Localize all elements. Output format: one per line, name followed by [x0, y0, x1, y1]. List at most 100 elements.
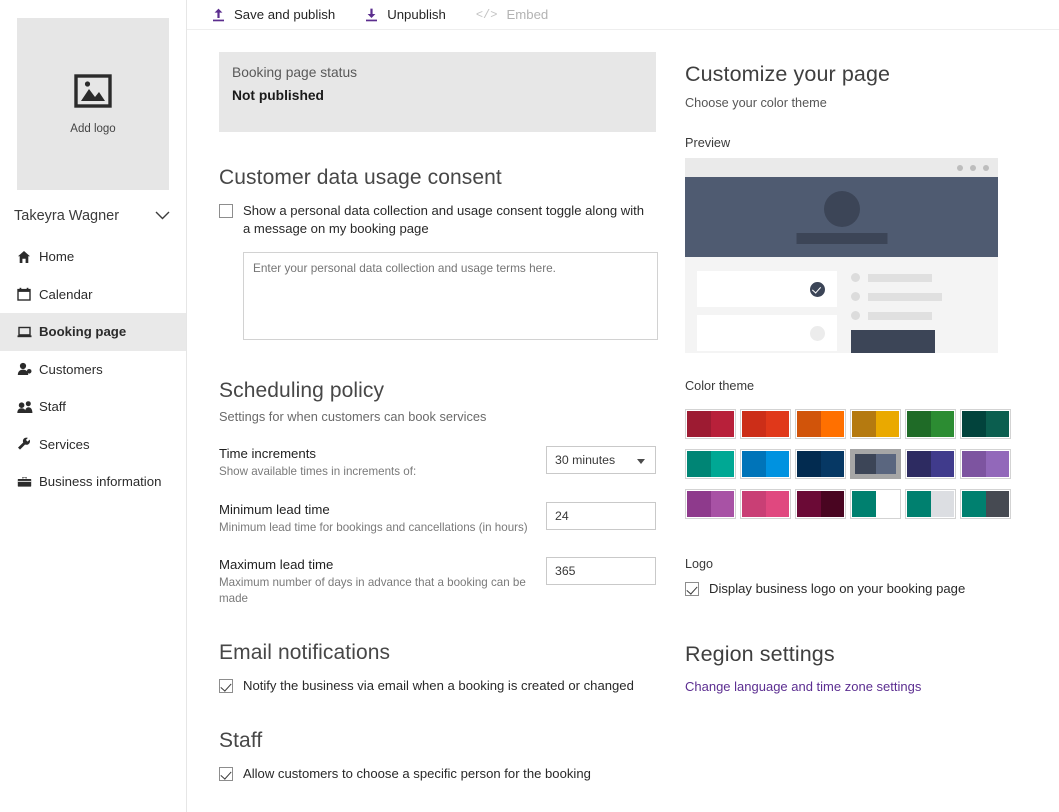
color-theme-swatch-magenta-purple[interactable]	[685, 489, 736, 519]
customize-heading: Customize your page	[685, 62, 891, 86]
swatch-light-half	[930, 411, 954, 437]
sidebar-item-home[interactable]: Home	[0, 238, 186, 276]
preview-card-selected	[697, 271, 837, 307]
swatch-light-half	[985, 451, 1009, 477]
email-notifications-checkbox[interactable]	[219, 678, 233, 693]
time-increments-dropdown[interactable]: 30 minutes	[546, 446, 656, 475]
color-theme-swatch-teal-white[interactable]	[850, 489, 901, 519]
bullet-icon	[851, 292, 860, 301]
sidebar-item-label: Staff	[39, 399, 66, 415]
color-theme-swatch-dark-red[interactable]	[685, 409, 736, 439]
section-heading-consent: Customer data usage consent	[219, 166, 502, 189]
color-theme-swatch-teal[interactable]	[685, 449, 736, 479]
add-logo-button[interactable]: Add logo	[17, 18, 169, 190]
preview-text-stub	[868, 292, 942, 301]
booking-page-settings-app: Add logo Takeyra Wagner Home Calendar Bo…	[0, 0, 1059, 812]
status-badge: Not published	[232, 88, 324, 103]
status-card-label: Booking page status	[232, 65, 358, 80]
preview-list-row	[851, 311, 986, 320]
swatch-light-half	[820, 451, 844, 477]
sidebar-item-calendar[interactable]: Calendar	[0, 276, 186, 314]
consent-checkbox[interactable]	[219, 204, 233, 218]
unpublish-button[interactable]: Unpublish	[365, 7, 446, 22]
color-theme-swatch-teal-dark-gray[interactable]	[960, 489, 1011, 519]
bullet-icon	[851, 273, 860, 282]
consent-terms-textarea[interactable]	[243, 252, 658, 341]
sidebar-item-business-information[interactable]: Business information	[0, 463, 186, 501]
person-icon	[17, 362, 39, 376]
preview-list-row	[851, 273, 986, 282]
calendar-icon	[17, 287, 39, 301]
color-theme-swatch-dark-purple[interactable]	[905, 449, 956, 479]
consent-checkbox-row[interactable]: Show a personal data collection and usag…	[219, 202, 657, 238]
window-dot-icon	[983, 164, 989, 171]
display-logo-checkbox[interactable]	[685, 582, 699, 596]
swatch-light-half	[765, 451, 789, 477]
swatch-light-half	[875, 454, 896, 474]
swatch-light-half	[820, 491, 844, 517]
swatch-dark-half	[907, 411, 931, 437]
sidebar-item-services[interactable]: Services	[0, 426, 186, 464]
color-theme-swatch-green[interactable]	[905, 409, 956, 439]
color-theme-swatch-teal-light-gray[interactable]	[905, 489, 956, 519]
swatch-dark-half	[742, 411, 766, 437]
color-theme-swatch-red-orange[interactable]	[740, 409, 791, 439]
display-logo-checkbox-row[interactable]: Display business logo on your booking pa…	[685, 580, 997, 598]
account-switcher[interactable]: Takeyra Wagner	[0, 196, 186, 236]
color-theme-cell	[960, 484, 1015, 524]
swatch-dark-half	[907, 491, 931, 517]
sidebar-item-label: Home	[39, 249, 75, 265]
email-notifications-checkbox-row[interactable]: Notify the business via email when a boo…	[219, 677, 657, 695]
color-theme-swatch-gold[interactable]	[850, 409, 901, 439]
minimum-lead-time-value: 24	[555, 508, 569, 523]
color-theme-swatch-maroon[interactable]	[795, 489, 846, 519]
change-language-timezone-link[interactable]: Change language and time zone settings	[685, 679, 997, 694]
swatch-light-half	[930, 491, 954, 517]
check-circle-icon	[810, 281, 825, 297]
color-theme-cell	[850, 444, 905, 484]
preview-service-cards	[697, 271, 837, 353]
swatch-light-half	[820, 411, 844, 437]
maximum-lead-time-value: 365	[555, 564, 576, 579]
color-theme-swatch-pink[interactable]	[740, 489, 791, 519]
color-theme-swatch-blue[interactable]	[740, 449, 791, 479]
color-theme-cell	[905, 484, 960, 524]
swatch-light-half	[765, 491, 789, 517]
email-notifications-checkbox-label: Notify the business via email when a boo…	[243, 677, 634, 693]
embed-button[interactable]: </> Embed	[476, 7, 548, 22]
sidebar-item-booking-page[interactable]: Booking page	[0, 313, 186, 351]
home-icon	[17, 250, 39, 264]
preview-list-row	[851, 292, 986, 301]
chevron-down-icon	[155, 210, 170, 222]
customize-panel: Customize your page Choose your color th…	[657, 30, 1011, 783]
color-theme-swatch-purple[interactable]	[960, 449, 1011, 479]
color-theme-swatch-slate-blue[interactable]	[850, 449, 901, 479]
color-theme-swatch-dark-teal-green[interactable]	[960, 409, 1011, 439]
sidebar-item-staff[interactable]: Staff	[0, 388, 186, 426]
setting-row-maximum-lead-time: Maximum lead time Maximum number of days…	[219, 557, 656, 606]
setting-text: Time increments Show available times in …	[219, 446, 529, 480]
sidebar-item-customers[interactable]: Customers	[0, 351, 186, 389]
swatch-light-half	[985, 411, 1009, 437]
image-placeholder-icon	[74, 73, 112, 113]
avatar	[823, 191, 860, 227]
save-and-publish-button[interactable]: Save and publish	[212, 7, 335, 22]
color-theme-label: Color theme	[685, 379, 755, 393]
color-theme-swatch-navy[interactable]	[795, 449, 846, 479]
main-area: Save and publish Unpublish </> Embed Boo…	[187, 0, 1059, 812]
staff-choose-person-checkbox[interactable]	[219, 766, 233, 781]
customize-subtitle: Choose your color theme	[685, 96, 827, 110]
swatch-light-half	[710, 411, 734, 437]
maximum-lead-time-input[interactable]: 365	[546, 557, 656, 586]
minimum-lead-time-input[interactable]: 24	[546, 501, 656, 530]
display-logo-checkbox-label: Display business logo on your booking pa…	[709, 581, 966, 596]
color-theme-cell	[850, 404, 905, 444]
scheduling-subtitle: Settings for when customers can book ser…	[219, 409, 487, 425]
preview-card	[697, 315, 837, 351]
color-theme-swatch-orange[interactable]	[795, 409, 846, 439]
wrench-icon	[17, 437, 39, 451]
swatch-light-half	[875, 411, 899, 437]
preview-primary-button	[851, 330, 935, 353]
setting-title: Minimum lead time	[219, 501, 330, 517]
staff-checkbox-row[interactable]: Allow customers to choose a specific per…	[219, 765, 657, 783]
